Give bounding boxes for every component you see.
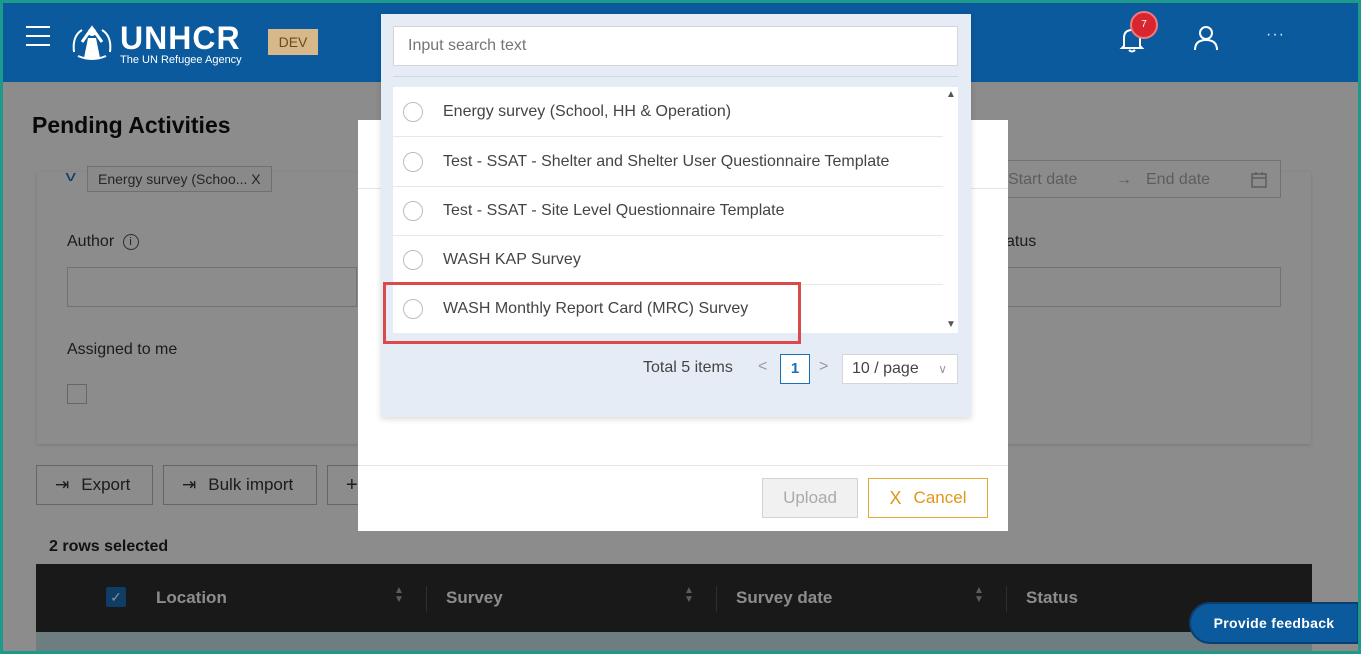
radio-button[interactable] — [403, 249, 423, 270]
radio-button[interactable] — [403, 101, 423, 122]
search-divider — [393, 76, 958, 77]
list-item-label: WASH KAP Survey — [443, 250, 581, 268]
upload-button[interactable]: Upload — [762, 478, 858, 518]
survey-select-dropdown: Energy survey (School, HH & Operation) T… — [381, 14, 971, 417]
logo-subtitle: The UN Refugee Agency — [120, 54, 242, 66]
highlight-box — [383, 282, 801, 344]
unhcr-emblem-icon — [72, 25, 112, 60]
list-item[interactable]: WASH KAP Survey — [393, 235, 943, 285]
menu-icon[interactable] — [26, 26, 50, 48]
close-icon: X — [889, 487, 902, 508]
list-item[interactable]: Test - SSAT - Shelter and Shelter User Q… — [393, 137, 943, 187]
list-item[interactable]: Test - SSAT - Site Level Questionnaire T… — [393, 186, 943, 236]
list-item[interactable]: Energy survey (School, HH & Operation) — [393, 87, 943, 137]
notification-count-badge: 7 — [1130, 11, 1158, 39]
logo-name: UNHCR — [120, 20, 241, 56]
env-badge: DEV — [268, 29, 318, 55]
search-input[interactable] — [393, 26, 958, 66]
more-icon[interactable]: ··· — [1266, 26, 1285, 44]
scroll-up-icon[interactable]: ▲ — [946, 89, 956, 100]
cancel-button[interactable]: X Cancel — [868, 478, 988, 518]
page-size-select[interactable]: 10 / page ∨ — [842, 354, 958, 384]
chevron-down-icon: ∨ — [938, 362, 947, 376]
modal-footer-divider — [358, 465, 1008, 466]
list-item-label: Energy survey (School, HH & Operation) — [443, 102, 732, 120]
list-scrollbar[interactable]: ▲ ▼ — [943, 87, 958, 333]
list-item-label: Test - SSAT - Site Level Questionnaire T… — [443, 201, 785, 219]
page-number-current[interactable]: 1 — [780, 354, 810, 384]
list-item-label: Test - SSAT - Shelter and Shelter User Q… — [443, 152, 890, 170]
provide-feedback-button[interactable]: Provide feedback — [1189, 602, 1359, 644]
cancel-label: Cancel — [913, 488, 967, 507]
radio-button[interactable] — [403, 200, 423, 221]
user-icon[interactable] — [1193, 24, 1219, 52]
page-size-value: 10 / page — [852, 360, 919, 377]
radio-button[interactable] — [403, 151, 423, 172]
scroll-down-icon[interactable]: ▼ — [946, 319, 956, 330]
next-page-icon[interactable]: > — [819, 358, 828, 388]
total-items-text: Total 5 items — [643, 359, 733, 376]
unhcr-logo[interactable]: UNHCR The UN Refugee Agency — [68, 22, 242, 66]
prev-page-icon[interactable]: < — [758, 358, 767, 388]
